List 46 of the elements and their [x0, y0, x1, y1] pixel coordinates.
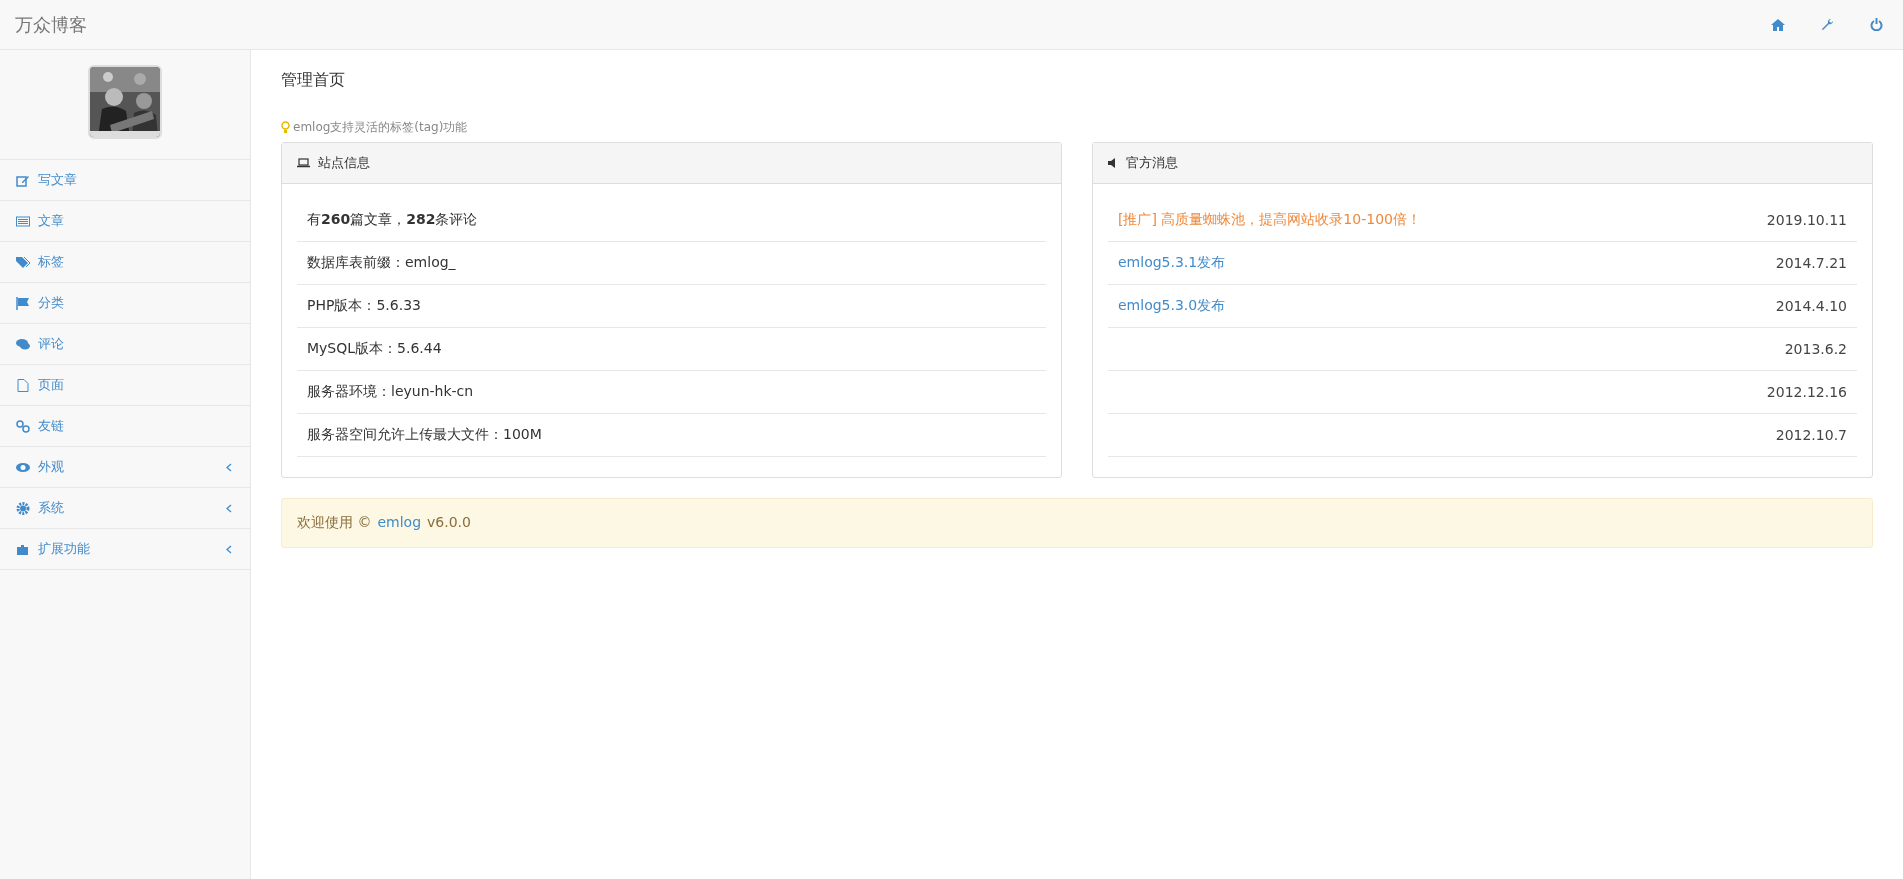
power-icon[interactable]	[1870, 18, 1883, 31]
news-link[interactable]: [推广] 高质量蜘蛛池，提高网站收录10-100倍！	[1118, 211, 1421, 229]
sidebar-item[interactable]: 评论	[0, 324, 250, 365]
welcome-text: 欢迎使用 ©	[297, 514, 372, 532]
info-text: 服务器环境：leyun-hk-cn	[307, 383, 474, 401]
info-text: 服务器空间允许上传最大文件：100M	[307, 426, 542, 444]
news-date: 2012.10.7	[1775, 427, 1847, 443]
sidebar-item[interactable]: 外观	[0, 447, 250, 488]
sidebar-item[interactable]: 扩展功能	[0, 529, 250, 570]
tags-icon	[16, 255, 30, 269]
news-date: 2019.10.11	[1766, 212, 1847, 228]
tip-text: emlog支持灵活的标签(tag)功能	[293, 119, 468, 136]
news-date: 2014.7.21	[1775, 255, 1847, 271]
eye-icon	[16, 460, 30, 474]
news-date: 2012.12.16	[1766, 384, 1847, 400]
sidebar-item[interactable]: 友链	[0, 406, 250, 447]
laptop-icon	[297, 158, 310, 168]
panel-title: 站点信息	[318, 154, 370, 172]
page-title: 管理首页	[281, 70, 345, 91]
sidebar-item[interactable]: 分类	[0, 283, 250, 324]
news-link[interactable]: emlog5.3.0发布	[1118, 297, 1226, 315]
file-icon	[16, 378, 30, 392]
edit-icon	[16, 173, 30, 187]
wrench-icon[interactable]	[1821, 18, 1834, 31]
panel-title: 官方消息	[1126, 154, 1178, 172]
sidebar-item[interactable]: 页面	[0, 365, 250, 406]
home-icon[interactable]	[1771, 18, 1785, 31]
emlog-link[interactable]: emlog	[377, 514, 422, 532]
list-icon	[16, 214, 30, 228]
info-text: MySQL版本：5.6.44	[307, 340, 442, 358]
speaker-icon	[1108, 158, 1118, 168]
news-link[interactable]: emlog5.3.1发布	[1118, 254, 1226, 272]
link-icon	[16, 419, 30, 433]
lightbulb-icon	[281, 120, 290, 135]
site-brand[interactable]: 万众博客	[15, 12, 87, 37]
news-date: 2014.4.10	[1775, 298, 1847, 314]
sidebar-item[interactable]: 文章	[0, 201, 250, 242]
flag-icon	[16, 296, 30, 310]
info-text: 有260篇文章，282条评论	[307, 211, 478, 229]
info-text: PHP版本：5.6.33	[307, 297, 421, 315]
info-text: 数据库表前缀：emlog_	[307, 254, 456, 272]
sidebar-item[interactable]: 标签	[0, 242, 250, 283]
sidebar-item[interactable]: 写文章	[0, 160, 250, 201]
version-text: v6.0.0	[427, 514, 471, 532]
news-date: 2013.6.2	[1784, 341, 1847, 357]
sidebar-item[interactable]: 系统	[0, 488, 250, 529]
